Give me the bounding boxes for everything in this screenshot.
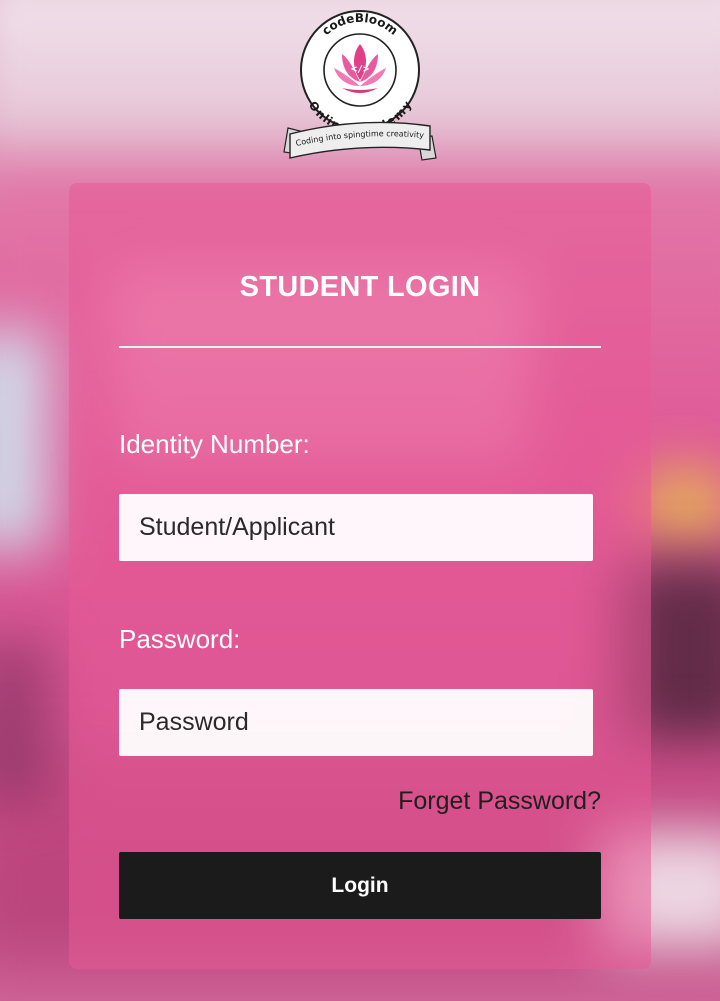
login-button[interactable]: Login xyxy=(119,852,601,919)
title-divider xyxy=(119,346,601,348)
password-label: Password: xyxy=(119,624,241,654)
page-title: STUDENT LOGIN xyxy=(239,271,481,303)
login-card: STUDENT LOGIN Identity Number: Password:… xyxy=(69,183,651,969)
password-input[interactable] xyxy=(119,689,593,756)
identity-number-input[interactable] xyxy=(119,494,593,561)
academy-logo: </> codeBloom Online Academy Coding into… xyxy=(282,8,438,174)
forget-password-link[interactable]: Forget Password? xyxy=(398,787,601,816)
identity-number-label: Identity Number: xyxy=(119,429,310,459)
svg-text:</>: </> xyxy=(351,64,369,75)
